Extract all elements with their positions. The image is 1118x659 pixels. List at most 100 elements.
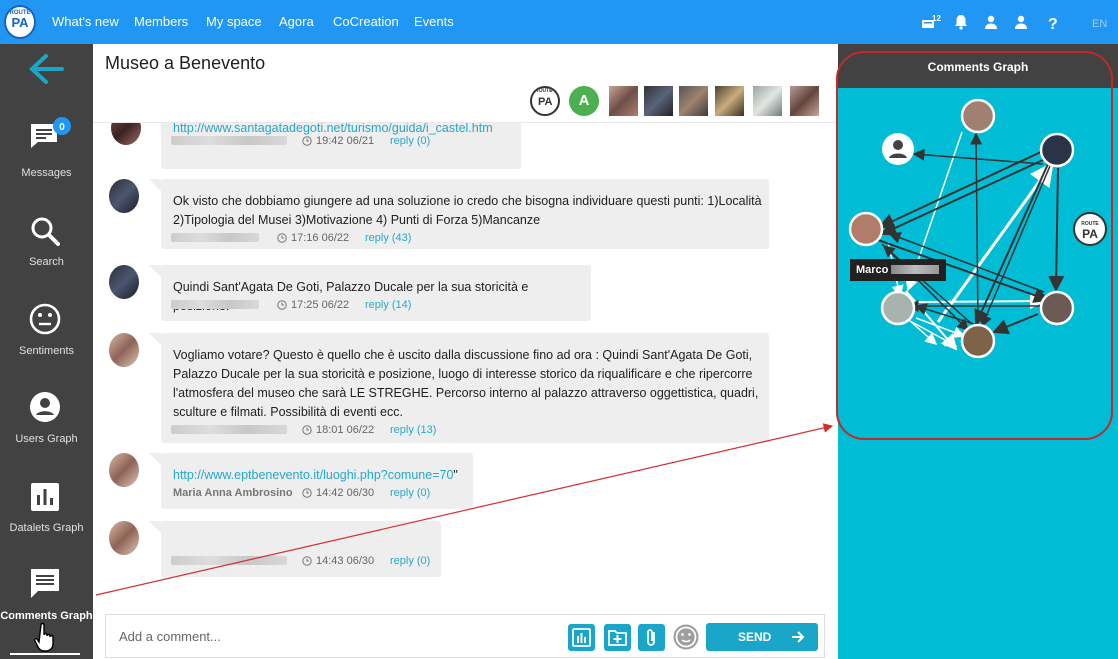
sidebar: 0 Messages Search Sentiments Users Graph… <box>0 44 93 659</box>
add-box-icon <box>608 630 627 646</box>
chat-room: Museo a Benevento ROUTE PA A http://www.… <box>93 44 838 659</box>
message-avatar[interactable] <box>109 333 139 367</box>
bar-chart-icon <box>572 628 591 647</box>
sidebar-item-label: Datalets Graph <box>9 522 84 534</box>
smiley-icon <box>29 303 61 335</box>
list-item: 14:43 06/30 reply (0) <box>149 521 441 577</box>
sidebar-active-indicator <box>10 653 80 655</box>
participant-avatar[interactable] <box>644 86 673 116</box>
message-link[interactable]: http://www.eptbenevento.it/luoghi.php?co… <box>173 468 453 482</box>
list-item: Quindi Sant'Agata De Goti, Palazzo Ducal… <box>149 265 591 321</box>
messages-badge: 0 <box>53 117 71 135</box>
participant-avatar[interactable] <box>609 86 638 116</box>
notifications-count: 12 <box>932 14 941 23</box>
clock-icon <box>277 233 287 243</box>
message-time: 14:43 06/30 <box>316 555 375 567</box>
emoji-button[interactable] <box>672 623 700 651</box>
reply-link[interactable]: reply (0) <box>390 487 430 499</box>
reply-link[interactable]: reply (13) <box>390 424 436 436</box>
sidebar-item-label: Messages <box>21 167 72 179</box>
add-cocreation-button[interactable] <box>604 624 631 651</box>
svg-text:0: 0 <box>59 122 65 133</box>
user-icon[interactable] <box>981 12 1001 32</box>
clock-icon <box>302 488 312 498</box>
list-item: http://www.santagatadegoti.net/turismo/g… <box>161 123 521 169</box>
author-name-blurred <box>171 556 287 565</box>
message-text: Ok visto che dobbiamo giungere ad una so… <box>173 194 762 227</box>
nav-whats-new[interactable]: What's new <box>52 14 119 29</box>
reply-link[interactable]: reply (0) <box>390 555 430 567</box>
participant-avatar-routepa[interactable]: ROUTE PA <box>530 86 560 116</box>
route-pa-logo[interactable]: ROUTE PA <box>4 5 36 39</box>
comment-icon <box>31 569 59 598</box>
author-name-blurred <box>171 425 287 434</box>
participant-avatar-a[interactable]: A <box>569 86 599 116</box>
message-time: 17:16 06/22 <box>291 232 350 244</box>
add-datalet-button[interactable] <box>568 624 595 651</box>
message-text: Vogliamo votare? Questo è quello che è u… <box>173 348 759 419</box>
comment-composer: SEND <box>105 614 825 658</box>
clock-icon <box>302 136 312 146</box>
arrow-right-icon <box>792 631 805 643</box>
message-text-suffix: " <box>453 468 458 482</box>
clock-icon <box>277 300 287 310</box>
top-navbar: ROUTE PA What's new Members My space Ago… <box>0 0 1118 44</box>
author-name-blurred <box>171 233 259 242</box>
message-time: 17:25 06/22 <box>291 299 350 311</box>
message-time: 19:42 06/21 <box>316 135 375 147</box>
message-list[interactable]: http://www.santagatadegoti.net/turismo/g… <box>93 123 838 613</box>
list-item: http://www.eptbenevento.it/luoghi.php?co… <box>149 453 473 509</box>
search-icon <box>31 217 60 246</box>
participant-avatar[interactable] <box>790 86 819 116</box>
message-avatar[interactable] <box>111 123 141 145</box>
bar-chart-icon <box>31 483 59 511</box>
message-time: 18:01 06/22 <box>316 424 375 436</box>
language-selector[interactable]: EN <box>1092 18 1107 30</box>
sidebar-item-search[interactable]: Search <box>0 214 93 302</box>
sidebar-item-label: Sentiments <box>18 345 75 357</box>
list-item: Ok visto che dobbiamo giungere ad una so… <box>149 179 769 249</box>
message-avatar[interactable] <box>109 453 139 487</box>
reply-link[interactable]: reply (14) <box>365 299 411 311</box>
nav-my-space[interactable]: My space <box>206 14 262 29</box>
message-author[interactable]: Maria Anna Ambrosino <box>173 487 293 499</box>
reply-link[interactable]: reply (43) <box>365 232 411 244</box>
sidebar-item-comments-graph[interactable]: Comments Graph <box>0 566 93 654</box>
svg-text:?: ? <box>1048 16 1058 32</box>
nav-members[interactable]: Members <box>134 14 188 29</box>
bell-icon[interactable] <box>951 12 971 32</box>
sidebar-item-messages[interactable]: 0 Messages <box>0 117 93 206</box>
author-name-blurred <box>171 300 259 309</box>
sidebar-item-users-graph[interactable]: Users Graph <box>0 390 93 478</box>
page-title: Museo a Benevento <box>105 53 266 73</box>
send-button[interactable]: SEND <box>706 623 818 651</box>
message-avatar[interactable] <box>109 521 139 555</box>
message-avatar[interactable] <box>109 179 139 213</box>
reply-link[interactable]: reply (0) <box>390 135 430 147</box>
participant-avatar[interactable] <box>753 86 782 116</box>
clock-icon <box>302 556 312 566</box>
author-name-blurred <box>171 136 287 145</box>
account-icon[interactable] <box>1011 12 1031 32</box>
hand-cursor-icon <box>34 622 54 652</box>
message-time: 14:42 06/30 <box>316 487 375 499</box>
clock-icon <box>302 425 312 435</box>
sidebar-item-datalets-graph[interactable]: Datalets Graph <box>0 480 93 568</box>
nav-agora[interactable]: Agora <box>279 14 314 29</box>
nav-cocreation[interactable]: CoCreation <box>333 14 399 29</box>
annotation-highlight-circle <box>836 51 1113 440</box>
list-item: Vogliamo votare? Questo è quello che è u… <box>149 333 769 443</box>
message-avatar[interactable] <box>109 265 139 299</box>
comment-input[interactable] <box>107 616 547 656</box>
sidebar-item-label: Search <box>29 256 64 268</box>
paperclip-icon <box>647 629 655 646</box>
help-icon[interactable]: ? <box>1042 12 1062 32</box>
participant-avatar[interactable] <box>679 86 708 116</box>
sidebar-item-label: Users Graph <box>15 433 78 445</box>
participant-avatar[interactable] <box>715 86 744 116</box>
attach-button[interactable] <box>638 624 665 651</box>
user-circle-icon <box>30 392 60 422</box>
back-arrow-icon[interactable] <box>26 52 66 86</box>
nav-events[interactable]: Events <box>414 14 454 29</box>
sidebar-item-sentiments[interactable]: Sentiments <box>0 302 93 390</box>
